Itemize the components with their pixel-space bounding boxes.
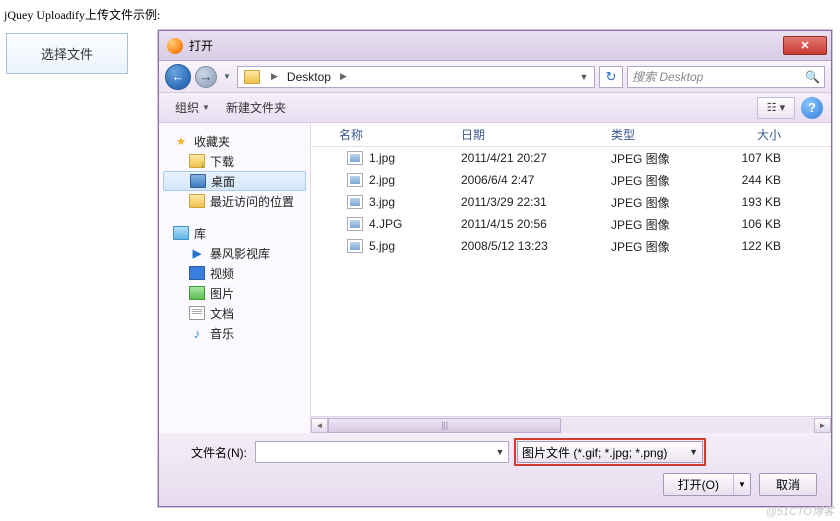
sidebar-item-downloads[interactable]: 下载	[163, 151, 306, 171]
refresh-button[interactable]: ↻	[599, 66, 623, 88]
watermark: @51CTO博客	[766, 503, 834, 519]
music-icon: ♪	[189, 326, 205, 340]
file-name: 4.JPG	[369, 217, 402, 231]
col-header-name[interactable]: 名称	[311, 126, 451, 143]
view-mode-button[interactable]: ☷ ▾	[757, 97, 795, 119]
recent-icon	[189, 194, 205, 208]
firefox-icon	[167, 38, 183, 54]
storm-icon: ▶	[189, 246, 205, 260]
chevron-down-icon[interactable]: ▼	[689, 447, 698, 457]
file-name: 1.jpg	[369, 151, 395, 165]
file-type-filter[interactable]: 图片文件 (*.gif; *.jpg; *.png)▼	[517, 441, 703, 463]
sidebar-item-storm[interactable]: ▶暴风影视库	[163, 243, 306, 263]
nav-back-button[interactable]: ←	[165, 64, 191, 90]
breadcrumb-dropdown[interactable]: ▼	[576, 72, 592, 82]
chevron-down-icon[interactable]: ▼	[492, 447, 508, 457]
sidebar-libraries-header[interactable]: 库	[163, 223, 306, 243]
filename-label: 文件名(N):	[171, 444, 247, 461]
navigation-sidebar: ★收藏夹 下载 桌面 最近访问的位置 库 ▶暴风影视库 视频 图片 文档 ♪音乐	[159, 123, 311, 433]
new-folder-button[interactable]: 新建文件夹	[218, 96, 294, 119]
sidebar-item-documents[interactable]: 文档	[163, 303, 306, 323]
horizontal-scrollbar[interactable]: ◄ ||| ►	[311, 416, 831, 433]
chevron-down-icon[interactable]: ▼	[734, 480, 750, 489]
file-name: 5.jpg	[369, 239, 395, 253]
chevron-right-icon[interactable]: ▶	[337, 71, 350, 82]
scroll-left-button[interactable]: ◄	[311, 418, 328, 433]
file-type: JPEG 图像	[601, 238, 721, 255]
titlebar[interactable]: 打开 ✕	[159, 31, 831, 61]
star-icon: ★	[173, 134, 189, 148]
nav-history-dropdown[interactable]: ▼	[221, 66, 233, 88]
filename-input[interactable]: ▼	[255, 441, 509, 463]
file-name: 3.jpg	[369, 195, 395, 209]
file-date: 2011/4/21 20:27	[451, 151, 601, 165]
sidebar-item-music[interactable]: ♪音乐	[163, 323, 306, 343]
library-icon	[173, 226, 189, 240]
dialog-footer: 文件名(N): ▼ 图片文件 (*.gif; *.jpg; *.png)▼ 打开…	[159, 433, 831, 506]
file-row[interactable]: 3.jpg 2011/3/29 22:31JPEG 图像193 KB	[311, 191, 831, 213]
help-button[interactable]: ?	[801, 97, 823, 119]
col-header-type[interactable]: 类型	[601, 126, 721, 143]
scroll-thumb[interactable]: |||	[328, 418, 561, 433]
breadcrumb[interactable]: ▶ Desktop ▶ ▼	[237, 66, 595, 88]
command-toolbar: 组织▼ 新建文件夹 ☷ ▾ ?	[159, 93, 831, 123]
image-file-icon	[347, 195, 363, 209]
cancel-button[interactable]: 取消	[759, 473, 817, 496]
file-size: 106 KB	[721, 217, 791, 231]
file-date: 2011/3/29 22:31	[451, 195, 601, 209]
document-icon	[189, 306, 205, 320]
scroll-right-button[interactable]: ►	[814, 418, 831, 433]
file-size: 244 KB	[721, 173, 791, 187]
select-file-button[interactable]: 选择文件	[6, 33, 128, 74]
sidebar-favorites-header[interactable]: ★收藏夹	[163, 131, 306, 151]
file-size: 193 KB	[721, 195, 791, 209]
file-size: 107 KB	[721, 151, 791, 165]
chevron-right-icon[interactable]: ▶	[268, 71, 281, 82]
scroll-track[interactable]: |||	[328, 418, 814, 433]
search-placeholder: 搜索 Desktop	[632, 68, 805, 85]
column-headers: 名称 日期 类型 大小	[311, 123, 831, 147]
sidebar-item-pictures[interactable]: 图片	[163, 283, 306, 303]
picture-icon	[189, 286, 205, 300]
file-type: JPEG 图像	[601, 194, 721, 211]
file-open-dialog: 打开 ✕ ← → ▼ ▶ Desktop ▶ ▼ ↻ 搜索 Desktop 🔍 …	[158, 30, 832, 507]
file-date: 2011/4/15 20:56	[451, 217, 601, 231]
dialog-title: 打开	[189, 37, 783, 54]
file-row[interactable]: 2.jpg 2006/6/4 2:47JPEG 图像244 KB	[311, 169, 831, 191]
image-file-icon	[347, 151, 363, 165]
downloads-icon	[189, 154, 205, 168]
sidebar-item-recent[interactable]: 最近访问的位置	[163, 191, 306, 211]
file-row[interactable]: 5.jpg 2008/5/12 13:23JPEG 图像122 KB	[311, 235, 831, 257]
nav-toolbar: ← → ▼ ▶ Desktop ▶ ▼ ↻ 搜索 Desktop 🔍	[159, 61, 831, 93]
file-type: JPEG 图像	[601, 216, 721, 233]
image-file-icon	[347, 239, 363, 253]
file-date: 2008/5/12 13:23	[451, 239, 601, 253]
organize-button[interactable]: 组织▼	[167, 96, 218, 119]
search-input[interactable]: 搜索 Desktop 🔍	[627, 66, 825, 88]
nav-forward-button[interactable]: →	[195, 66, 217, 88]
file-type: JPEG 图像	[601, 172, 721, 189]
desktop-icon	[190, 174, 206, 188]
image-file-icon	[347, 217, 363, 231]
search-icon[interactable]: 🔍	[805, 70, 820, 84]
col-header-date[interactable]: 日期	[451, 126, 601, 143]
open-button[interactable]: 打开(O)▼	[663, 473, 751, 496]
file-row[interactable]: 1.jpg 2011/4/21 20:27JPEG 图像107 KB	[311, 147, 831, 169]
file-size: 122 KB	[721, 239, 791, 253]
sidebar-item-videos[interactable]: 视频	[163, 263, 306, 283]
file-row[interactable]: 4.JPG 2011/4/15 20:56JPEG 图像106 KB	[311, 213, 831, 235]
file-type: JPEG 图像	[601, 150, 721, 167]
folder-icon	[244, 70, 260, 84]
sidebar-item-desktop[interactable]: 桌面	[163, 171, 306, 191]
video-icon	[189, 266, 205, 280]
page-heading: jQuey Uploadify上传文件示例:	[0, 0, 840, 29]
breadcrumb-location[interactable]: Desktop	[283, 67, 335, 87]
image-file-icon	[347, 173, 363, 187]
file-date: 2006/6/4 2:47	[451, 173, 601, 187]
col-header-size[interactable]: 大小	[721, 126, 791, 143]
close-button[interactable]: ✕	[783, 36, 827, 55]
file-list: 名称 日期 类型 大小 1.jpg2011/4/21 20:27JPEG 图像1…	[311, 123, 831, 433]
file-name: 2.jpg	[369, 173, 395, 187]
